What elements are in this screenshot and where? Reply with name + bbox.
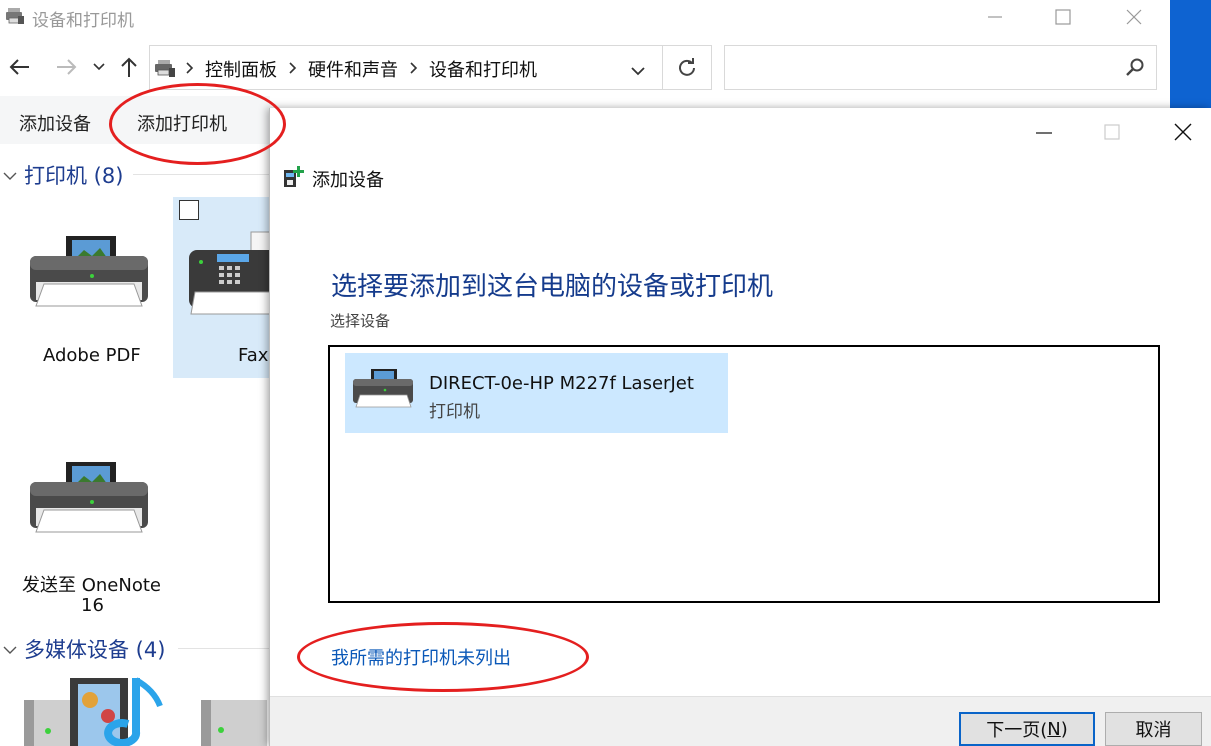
fax-select-checkbox[interactable] [179,200,199,220]
close-window-button[interactable] [1099,0,1169,34]
maximize-icon [1055,9,1071,25]
dialog-heading: 选择要添加到这台电脑的设备或打印机 [331,272,774,302]
next-button-close-paren: ) [1060,718,1068,740]
device-type: 打印机 [429,402,480,422]
dialog-footer: 下一页(N) 取消 [270,696,1211,746]
minimize-icon [988,16,1002,18]
minimize-icon [1036,132,1052,134]
desktop-edge [1170,0,1211,108]
add-device-icon [282,164,306,192]
group-divider [178,648,270,649]
next-button-label: 下一页( [986,720,1048,741]
device-label-fax: Fax [238,345,269,366]
breadcrumb-devices-printers[interactable]: 设备和打印机 [429,56,537,82]
explorer-title-bar: 设备和打印机 [0,0,1170,36]
device-name: DIRECT-0e-HP M227f LaserJet [429,373,694,394]
recent-locations-button[interactable] [90,44,108,90]
breadcrumb-separator-icon [288,58,298,78]
chevron-down-icon [2,641,18,660]
refresh-icon [679,58,695,76]
cancel-button[interactable]: 取消 [1105,712,1202,746]
up-arrow-icon [121,57,137,77]
fax-icon[interactable] [189,230,270,320]
list-item-hp-printer[interactable]: DIRECT-0e-HP M227f LaserJet 打印机 [345,353,728,433]
group-header-multimedia[interactable]: 多媒体设备 (4) [0,634,270,664]
minimize-button[interactable] [960,0,1030,34]
screen: 设备和打印机 控制面板 硬件和声音 设备和打印机 添加设备 添加打印机 打印机 … [0,0,1211,746]
search-icon [1125,57,1145,81]
devices-printers-icon [5,7,25,25]
chevron-down-icon [631,67,645,76]
dialog-title: 添加设备 [312,170,384,191]
device-label-onenote: 发送至 OneNote [22,575,161,596]
media-server-icon[interactable] [24,676,170,746]
printer-icon[interactable] [26,232,152,316]
devices-printers-icon [154,58,176,82]
window-title: 设备和打印机 [32,11,134,31]
back-button[interactable] [4,44,36,90]
breadcrumb-control-panel[interactable]: 控制面板 [205,56,277,82]
address-divider [662,46,663,89]
group-header-printers[interactable]: 打印机 (8) [0,160,270,190]
maximize-button[interactable] [1028,0,1098,34]
breadcrumb-separator-icon [185,58,195,78]
forward-button[interactable] [52,44,80,90]
address-bar[interactable]: 控制面板 硬件和声音 设备和打印机 [149,45,712,90]
annotation-ellipse-not-listed [297,622,589,692]
add-device-button[interactable]: 添加设备 [19,110,91,136]
close-icon [1174,123,1192,141]
annotation-ellipse-add-printer [109,83,286,165]
next-button[interactable]: 下一页(N) [959,712,1095,746]
device-label-onenote-version: 16 [81,595,104,616]
group-label: 打印机 (8) [24,164,124,188]
group-label: 多媒体设备 (4) [24,638,166,662]
chevron-down-icon [2,167,18,186]
dialog-close-button[interactable] [1163,118,1203,152]
address-dropdown-button[interactable] [631,61,645,80]
chevron-down-icon [93,63,105,71]
group-divider [133,174,270,175]
breadcrumb-separator-icon [409,58,419,78]
up-button[interactable] [117,44,141,90]
dialog-subheading: 选择设备 [330,312,391,330]
search-input[interactable] [724,45,1157,90]
forward-arrow-icon [57,59,77,75]
back-arrow-icon [9,59,29,75]
next-button-accelerator: N [1047,718,1061,740]
device-label-adobe-pdf: Adobe PDF [43,345,141,366]
dialog-maximize-button[interactable] [1092,118,1132,152]
maximize-icon [1104,124,1120,140]
printer-icon [351,367,415,415]
breadcrumb-hardware-sound[interactable]: 硬件和声音 [308,56,398,82]
printer-icon[interactable] [26,458,152,542]
close-icon [1126,9,1142,25]
media-device-icon[interactable] [201,684,269,746]
dialog-minimize-button[interactable] [1024,118,1064,152]
device-list[interactable]: DIRECT-0e-HP M227f LaserJet 打印机 [328,345,1160,603]
refresh-button[interactable] [677,57,697,81]
